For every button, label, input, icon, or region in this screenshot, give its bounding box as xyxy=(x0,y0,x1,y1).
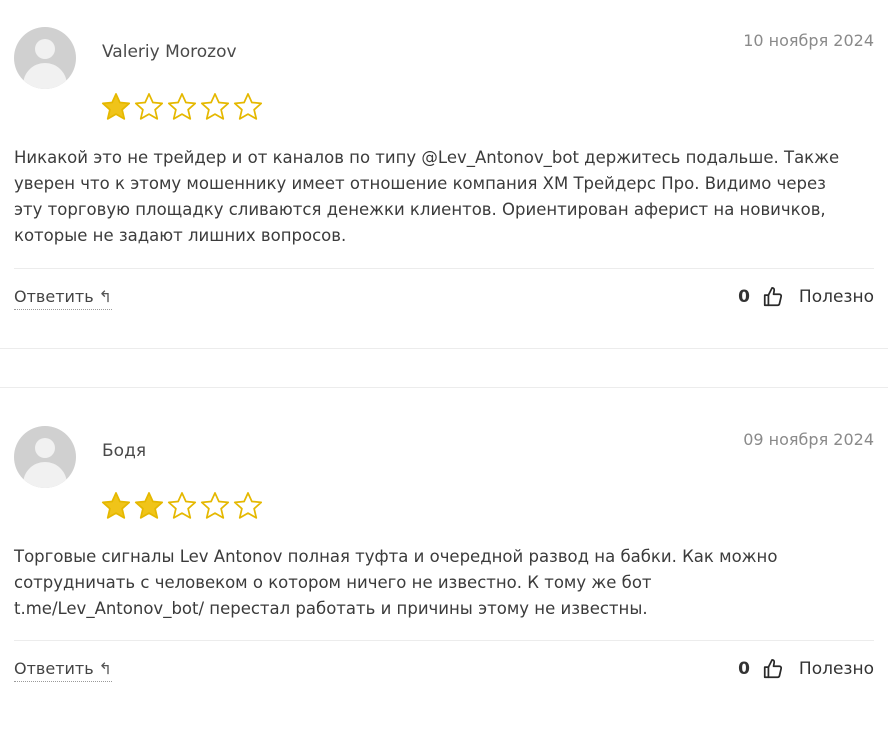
review-date: 09 ноября 2024 xyxy=(743,430,874,449)
reply-label: Ответить xyxy=(14,659,94,678)
rating-stars xyxy=(100,490,264,522)
reply-arrow-icon: ↰ xyxy=(98,659,113,678)
review-text-line: Никакой это не трейдер и от каналов по т… xyxy=(14,148,840,167)
review-text: Никакой это не трейдер и от каналов по т… xyxy=(14,145,876,249)
star-icon xyxy=(167,93,197,120)
review-text-line: t.me/Lev_Antonov_bot/ перестал работать … xyxy=(14,599,648,618)
review-text-line: которые не задают лишних вопросов. xyxy=(14,226,347,245)
review-text-line: Торговые сигналы Lev Antonov полная туфт… xyxy=(14,547,778,566)
reply-label: Ответить xyxy=(14,287,94,306)
review-author: Бодя xyxy=(102,441,147,461)
review-card: Бодя 09 ноября 2024 Торговые сигналы Lev… xyxy=(0,387,888,755)
helpful-count: 0 xyxy=(738,287,750,307)
divider xyxy=(14,268,874,269)
review-author: Valeriy Morozov xyxy=(102,42,237,62)
review-text-line: сотрудничать с человеком о котором ничег… xyxy=(14,573,652,592)
helpful-block: 0 Полезно xyxy=(738,656,874,682)
star-icon xyxy=(233,93,263,120)
thumbs-up-icon[interactable] xyxy=(762,658,784,680)
helpful-button[interactable]: Полезно xyxy=(799,287,874,307)
star-icon xyxy=(134,492,164,519)
review-date: 10 ноября 2024 xyxy=(743,31,874,50)
star-icon xyxy=(200,93,230,120)
divider xyxy=(14,640,874,641)
review-text: Торговые сигналы Lev Antonov полная туфт… xyxy=(14,544,876,622)
helpful-count: 0 xyxy=(738,659,750,679)
star-icon xyxy=(167,492,197,519)
review-separator xyxy=(0,348,888,387)
star-icon xyxy=(233,492,263,519)
helpful-block: 0 Полезно xyxy=(738,284,874,310)
review-text-line: уверен что к этому мошеннику имеет отнош… xyxy=(14,174,826,193)
star-icon xyxy=(101,492,131,519)
star-icon xyxy=(200,492,230,519)
star-icon xyxy=(134,93,164,120)
thumbs-up-icon[interactable] xyxy=(762,286,784,308)
review-card: Valeriy Morozov 10 ноября 2024 Никакой э… xyxy=(0,0,888,348)
reply-link[interactable]: Ответить ↰ xyxy=(14,287,113,310)
helpful-button[interactable]: Полезно xyxy=(799,659,874,679)
star-icon xyxy=(101,93,131,120)
reply-link[interactable]: Ответить ↰ xyxy=(14,659,113,682)
reviews-list: Valeriy Morozov 10 ноября 2024 Никакой э… xyxy=(0,0,888,755)
review-text-line: эту торговую площадку сливаются денежки … xyxy=(14,200,826,219)
avatar xyxy=(14,27,76,89)
reply-arrow-icon: ↰ xyxy=(98,287,113,306)
avatar xyxy=(14,426,76,488)
rating-stars xyxy=(100,91,264,123)
